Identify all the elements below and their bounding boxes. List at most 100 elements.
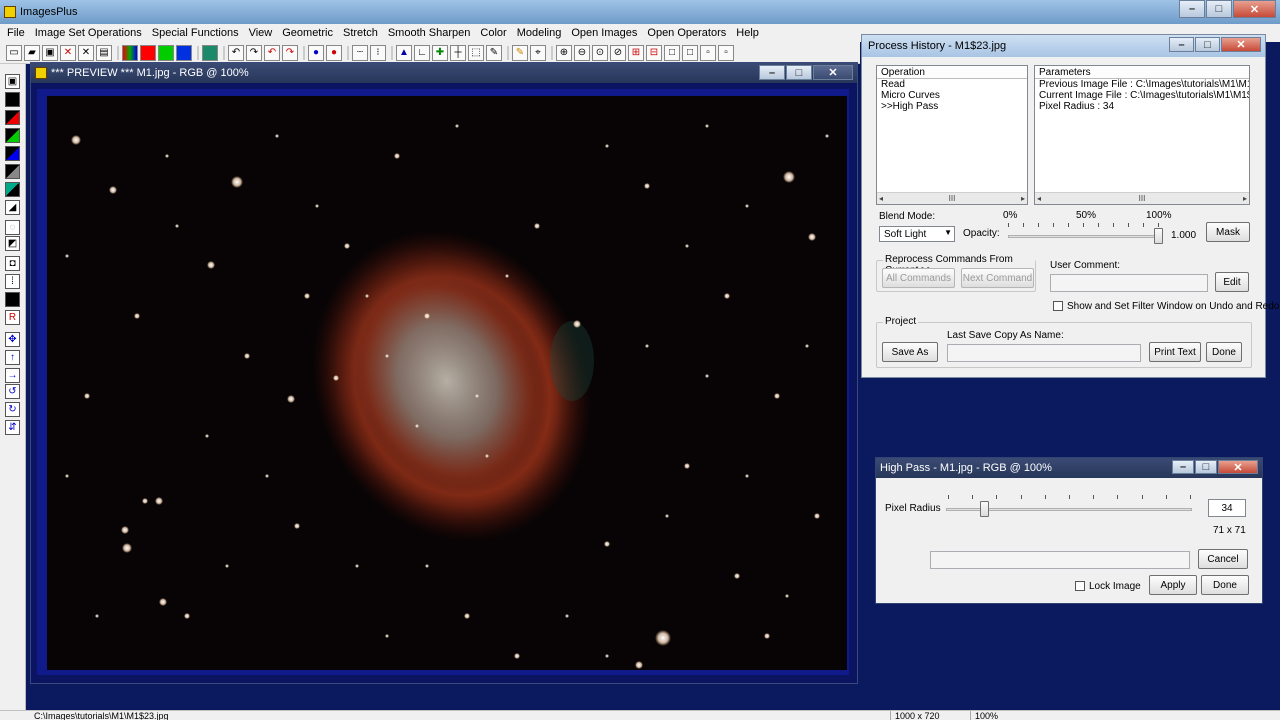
preview-maximize-button[interactable]: □ [786, 65, 812, 80]
palette-icon[interactable]: ✎ [486, 44, 502, 61]
list-item[interactable]: Read [877, 79, 1027, 90]
preview-window[interactable]: *** PREVIEW *** M1.jpg - RGB @ 100% – □ … [30, 62, 858, 684]
last-save-name-field[interactable] [947, 344, 1141, 362]
close-button[interactable]: ✕ [1233, 0, 1276, 18]
scroll-grip[interactable]: III [949, 194, 956, 203]
opacity-slider-thumb[interactable] [1154, 228, 1163, 244]
high-pass-window[interactable]: High Pass - M1.jpg - RGB @ 100% – □ ✕ Pi… [875, 457, 1263, 604]
hp-maximize-button[interactable]: □ [1195, 460, 1217, 474]
black-icon[interactable] [5, 92, 20, 107]
list-item[interactable]: Previous Image File : C:\Images\tutorial… [1035, 79, 1249, 90]
save-icon[interactable]: ▣ [5, 74, 20, 89]
gray-black-icon[interactable] [5, 164, 20, 179]
blend-mode-select[interactable]: Soft Light ▼ [879, 226, 955, 242]
list-item[interactable]: Current Image File : C:\Images\tutorials… [1035, 90, 1249, 101]
menu-open-operators[interactable]: Open Operators [642, 27, 731, 39]
blue-black-icon[interactable] [5, 146, 20, 161]
circle-icon[interactable]: ◌ [5, 220, 20, 235]
preview-close-button[interactable]: ✕ [813, 65, 853, 80]
square-small-icon[interactable]: ▫ [700, 44, 716, 61]
parameters-hscroll[interactable]: ◂ III ▸ [1035, 192, 1249, 204]
point-blue-icon[interactable]: ● [308, 44, 324, 61]
process-history-title-bar[interactable]: Process History - M1$23.jpg – □ ✕ [862, 35, 1265, 57]
apply-button[interactable]: Apply [1149, 575, 1197, 595]
print-text-button[interactable]: Print Text [1149, 342, 1201, 362]
list-item[interactable]: Pixel Radius : 34 [1035, 101, 1249, 112]
ph-done-button[interactable]: Done [1206, 342, 1242, 362]
columns-icon[interactable]: ⁞ [5, 274, 20, 289]
hp-close-button[interactable]: ✕ [1218, 460, 1258, 474]
process-history-window[interactable]: Process History - M1$23.jpg – □ ✕ Operat… [861, 34, 1279, 378]
red-channel-icon[interactable] [140, 44, 156, 61]
maximize-button[interactable]: □ [1206, 0, 1232, 18]
menu-stretch[interactable]: Stretch [338, 27, 383, 39]
point-red-icon[interactable]: ● [326, 44, 342, 61]
plus-green-icon[interactable]: ✚ [432, 44, 448, 61]
mask-button[interactable]: Mask [1206, 222, 1250, 242]
opacity-slider-track[interactable] [1008, 235, 1158, 238]
undo-icon[interactable]: ↶ [228, 44, 244, 61]
menu-modeling[interactable]: Modeling [512, 27, 567, 39]
blue-channel-icon[interactable] [176, 44, 192, 61]
parameters-list[interactable]: Parameters Previous Image File : C:\Imag… [1034, 65, 1250, 205]
preview-minimize-button[interactable]: – [759, 65, 785, 80]
zoom-out-icon[interactable]: ⊖ [574, 44, 590, 61]
save-icon[interactable]: ▣ [42, 44, 58, 61]
copy-icon[interactable]: ▤ [96, 44, 112, 61]
scroll-grip[interactable]: III [1139, 194, 1146, 203]
menu-geometric[interactable]: Geometric [277, 27, 338, 39]
frame-icon[interactable]: ◘ [5, 256, 20, 271]
save-as-button[interactable]: Save As [882, 342, 938, 362]
operation-header[interactable]: Operation [877, 66, 1027, 79]
operation-list[interactable]: Operation Read Micro Curves >>High Pass … [876, 65, 1028, 205]
cancel-button[interactable]: Cancel [1198, 549, 1248, 569]
corner-black-icon[interactable]: ◢ [5, 200, 20, 215]
menu-special-functions[interactable]: Special Functions [147, 27, 244, 39]
redo-red-icon[interactable]: ↷ [282, 44, 298, 61]
operation-hscroll[interactable]: ◂ III ▸ [877, 192, 1027, 204]
hp-minimize-button[interactable]: – [1172, 460, 1194, 474]
arrow-up-icon[interactable]: ↑ [5, 350, 20, 365]
black-square-icon[interactable] [5, 292, 20, 307]
close-image-icon[interactable]: ✕ [78, 44, 94, 61]
flip-icon[interactable]: ⇵ [5, 420, 20, 435]
scroll-right-icon[interactable]: ▸ [1243, 194, 1247, 203]
grid-icon[interactable] [202, 44, 218, 61]
list-item[interactable]: >>High Pass [877, 101, 1027, 112]
pixel-radius-input[interactable]: 34 [1208, 499, 1246, 517]
eyedropper-icon[interactable]: ⌖ [530, 44, 546, 61]
next-command-button[interactable]: Next Command [961, 268, 1034, 288]
ph-maximize-button[interactable]: □ [1195, 37, 1220, 52]
rgb-channels-icon[interactable] [122, 44, 138, 61]
scroll-left-icon[interactable]: ◂ [1037, 194, 1041, 203]
hp-done-button[interactable]: Done [1201, 575, 1249, 595]
menu-image-set-operations[interactable]: Image Set Operations [30, 27, 147, 39]
image-canvas[interactable] [47, 96, 847, 670]
minimize-button[interactable]: – [1179, 0, 1205, 18]
pencil-icon[interactable]: ✎ [512, 44, 528, 61]
menu-view[interactable]: View [244, 27, 278, 39]
dotted-box-icon[interactable]: ⬚ [468, 44, 484, 61]
green-channel-icon[interactable] [158, 44, 174, 61]
dotted-line-icon[interactable]: ┈ [352, 44, 368, 61]
user-comment-field[interactable] [1050, 274, 1208, 292]
redo-icon[interactable]: ↷ [246, 44, 262, 61]
menu-smooth-sharpen[interactable]: Smooth Sharpen [383, 27, 476, 39]
zoom-in-icon[interactable]: ⊕ [556, 44, 572, 61]
rotate-left-icon[interactable]: ↺ [5, 384, 20, 399]
high-pass-title-bar[interactable]: High Pass - M1.jpg - RGB @ 100% – □ ✕ [876, 458, 1262, 478]
red-r-icon[interactable]: R [5, 310, 20, 325]
undo-red-icon[interactable]: ↶ [264, 44, 280, 61]
parameters-header[interactable]: Parameters [1035, 66, 1249, 79]
preview-title-bar[interactable]: *** PREVIEW *** M1.jpg - RGB @ 100% – □ … [31, 63, 857, 83]
ph-close-button[interactable]: ✕ [1221, 37, 1261, 52]
green-black-icon[interactable] [5, 128, 20, 143]
square-small-2-icon[interactable]: ▫ [718, 44, 734, 61]
ph-minimize-button[interactable]: – [1169, 37, 1194, 52]
delete-icon[interactable]: ✕ [60, 44, 76, 61]
list-item[interactable]: Micro Curves [877, 90, 1027, 101]
new-file-icon[interactable]: ▭ [6, 44, 22, 61]
rect-select-icon[interactable]: □ [664, 44, 680, 61]
corner-icon[interactable]: ∟ [414, 44, 430, 61]
teal-black-icon[interactable] [5, 182, 20, 197]
